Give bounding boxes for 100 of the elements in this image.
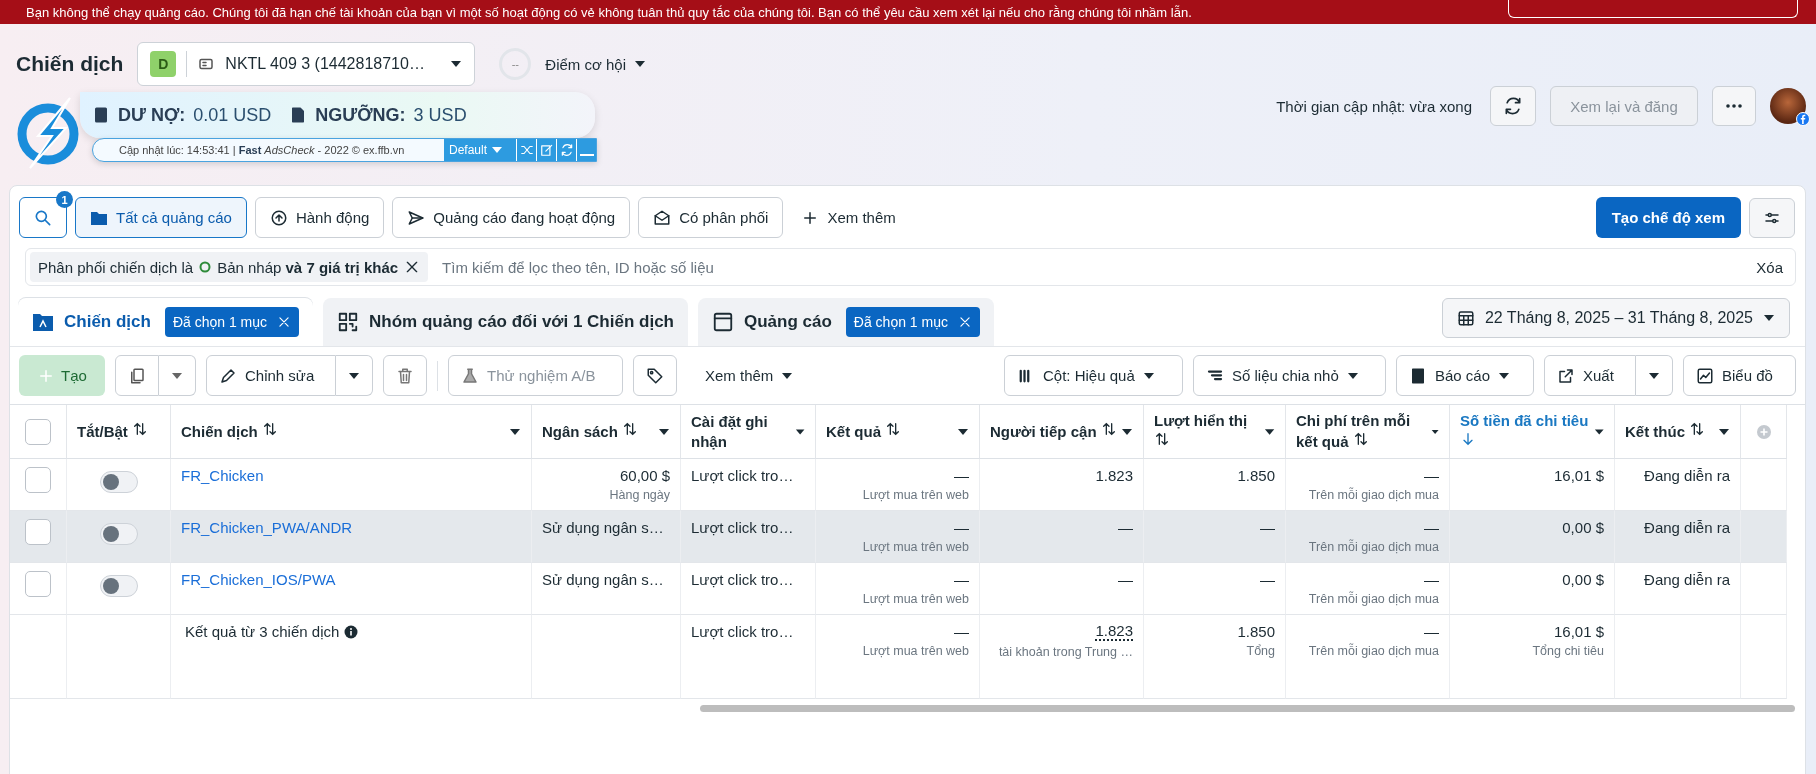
on-off-toggle[interactable] xyxy=(99,471,138,493)
chart-button[interactable]: Biểu đồ xyxy=(1683,355,1796,396)
caret-icon xyxy=(634,60,647,68)
campaign-link[interactable]: FR_Chicken_PWA/ANDR xyxy=(181,519,353,536)
cell-note: Trên mỗi giao dịch mua xyxy=(1308,644,1439,658)
level-tab[interactable]: Quảng cáo Đã chọn 1 mục xyxy=(697,298,994,346)
reports-button[interactable]: Báo cáo xyxy=(1396,355,1534,396)
opportunity-score: -- xyxy=(499,48,532,80)
shuffle-button[interactable] xyxy=(516,139,536,161)
create-view-button[interactable]: Tạo chế độ xem xyxy=(1595,197,1741,238)
campaign-link[interactable]: FR_Chicken_IOS/PWA xyxy=(181,571,336,588)
cell-value: 16,01 $ xyxy=(1553,467,1604,484)
search-button[interactable] xyxy=(19,197,67,238)
breakdown-button[interactable]: Số liệu chia nhỏ xyxy=(1193,355,1386,396)
banner-button[interactable] xyxy=(1508,0,1798,18)
summary-label: Kết quả từ 3 chiến dịch xyxy=(181,623,359,640)
row-checkbox[interactable] xyxy=(25,571,51,597)
debt-value: 0.01 USD xyxy=(193,104,272,126)
cell-note: Lượt mua trên web xyxy=(862,592,969,606)
cell-value: 60,00 $ xyxy=(619,467,670,484)
on-off-toggle[interactable] xyxy=(99,575,138,597)
caret-icon xyxy=(781,371,794,380)
cell-note: Trên mỗi giao dịch mua xyxy=(1308,592,1439,606)
refresh-button[interactable] xyxy=(1490,86,1536,126)
shuffle-icon xyxy=(519,143,534,157)
export-button[interactable]: Xuất xyxy=(1544,355,1636,396)
warning-message: Bạn không thể chạy quảng cáo. Chúng tôi đã hạn chế tài khoản của bạn vì một số hoạt động có vẻ không tuân thủ quy tắc của chúng tôi. Bạn có thể yêu cầu xem xét lại nếu cho rằng chúng tôi nhầm lẫn. xyxy=(26,4,1193,20)
selection-chip[interactable]: Đã chọn 1 mục xyxy=(845,307,980,337)
cell-value: Sử dụng ngân s… xyxy=(542,519,664,536)
cell-value: — xyxy=(1424,467,1439,484)
search-field[interactable]: Tìm kiếm để lọc theo tên, ID hoặc số liệu xyxy=(440,257,1737,277)
settings-button[interactable] xyxy=(1749,197,1795,238)
window-icon xyxy=(711,311,734,333)
edit-menu-button[interactable] xyxy=(336,355,373,396)
filter-tab[interactable]: Có phân phối xyxy=(638,197,784,238)
caret-icon xyxy=(491,146,504,154)
filter-tab[interactable]: Tất cả quảng cáo xyxy=(75,197,247,238)
select-all-checkbox[interactable] xyxy=(25,418,51,445)
filter-bar[interactable]: Phân phối chiến dịch là Bản nháp và 7 giá trị khác Tìm kiếm để lọc theo tên, ID hoặc số liệu Xóa xyxy=(25,248,1796,286)
duplicate-button[interactable] xyxy=(115,355,159,396)
minimize-button[interactable] xyxy=(576,139,596,161)
delete-button[interactable] xyxy=(383,355,427,396)
flask-icon xyxy=(461,366,479,385)
more-filters-button[interactable]: Xem thêm xyxy=(791,197,906,238)
filter-chip[interactable]: Phân phối chiến dịch là Bản nháp và 7 giá trị khác xyxy=(30,252,429,282)
tag-icon xyxy=(646,366,664,385)
folder-icon xyxy=(90,209,108,226)
cell-value: 1.823 xyxy=(1095,623,1133,641)
row-checkbox[interactable] xyxy=(25,519,51,545)
cell-note: Trên mỗi giao dịch mua xyxy=(1308,540,1439,554)
date-range-picker[interactable]: 22 Tháng 8, 2025 – 31 Tháng 8, 2025 xyxy=(1441,298,1790,338)
clear-button[interactable]: Xóa xyxy=(1748,258,1791,276)
account-selector[interactable]: D NKTL 409 3 (1442818710… xyxy=(137,42,476,86)
filter-tab[interactable]: Hành động xyxy=(254,197,385,238)
cell-note: tài khoản trong Trung … xyxy=(998,645,1133,659)
filter-chip-label: Phân phối chiến dịch là xyxy=(38,258,194,276)
cell-note: Tổng xyxy=(1246,644,1275,658)
send-icon xyxy=(407,208,426,227)
more-actions-button[interactable]: Xem thêm xyxy=(687,355,804,396)
copy-icon xyxy=(128,366,146,385)
scrollbar[interactable] xyxy=(700,705,1795,712)
avatar[interactable] xyxy=(1770,88,1806,124)
facebook-badge-icon xyxy=(1796,112,1810,126)
columns-button[interactable]: Cột: Hiệu quả xyxy=(1004,355,1183,396)
campaign-link[interactable]: FR_Chicken xyxy=(181,467,264,484)
cell-value: — xyxy=(1260,571,1275,588)
cell-value: Lượt click tro… xyxy=(691,467,794,484)
caret-icon xyxy=(1142,371,1155,380)
cell-value: — xyxy=(954,623,969,640)
edit-button[interactable] xyxy=(536,139,556,161)
update-status: Cập nhật lúc: 14:53:41 | Fast AdsCheck - 2022 © ex.ffb.vn xyxy=(119,144,406,156)
filter-tab[interactable]: Quảng cáo đang hoạt động xyxy=(392,197,631,238)
more-button[interactable] xyxy=(1712,86,1756,126)
cell-value: — xyxy=(954,519,969,536)
cell-value: — xyxy=(954,571,969,588)
cell-note: Lượt mua trên web xyxy=(862,488,969,502)
tag-button[interactable] xyxy=(633,355,677,396)
row-checkbox[interactable] xyxy=(25,467,51,493)
cell-value: Lượt click tro… xyxy=(691,571,794,588)
cell-value: 0,00 $ xyxy=(1562,571,1604,588)
cell-value: — xyxy=(1118,519,1133,536)
export-menu-button[interactable] xyxy=(1636,355,1673,396)
opportunity-dropdown[interactable]: Điểm cơ hội xyxy=(545,55,647,73)
envelope-icon xyxy=(653,208,672,227)
threshold-label: NGƯỠNG: xyxy=(315,104,406,126)
level-tab[interactable]: Nhóm quảng cáo đối với 1 Chiến dịch xyxy=(323,298,688,346)
external-link-icon xyxy=(1557,366,1575,385)
debt-label: DƯ NỢ: xyxy=(118,104,186,126)
on-off-toggle[interactable] xyxy=(99,523,138,545)
cell-value: — xyxy=(1260,519,1275,536)
cell-value: 1.850 xyxy=(1237,467,1275,484)
grid-icon xyxy=(337,311,360,333)
selection-chip[interactable]: Đã chọn 1 mục xyxy=(164,307,300,337)
edit-button[interactable]: Chỉnh sửa xyxy=(206,355,336,396)
caret-icon xyxy=(450,60,463,68)
more-icon xyxy=(1726,104,1742,108)
cell-value: — xyxy=(954,467,969,484)
filter-chip-value: Bản nháp và 7 giá trị khác xyxy=(217,258,399,276)
close-icon xyxy=(958,315,972,329)
cell-value: — xyxy=(1118,571,1133,588)
